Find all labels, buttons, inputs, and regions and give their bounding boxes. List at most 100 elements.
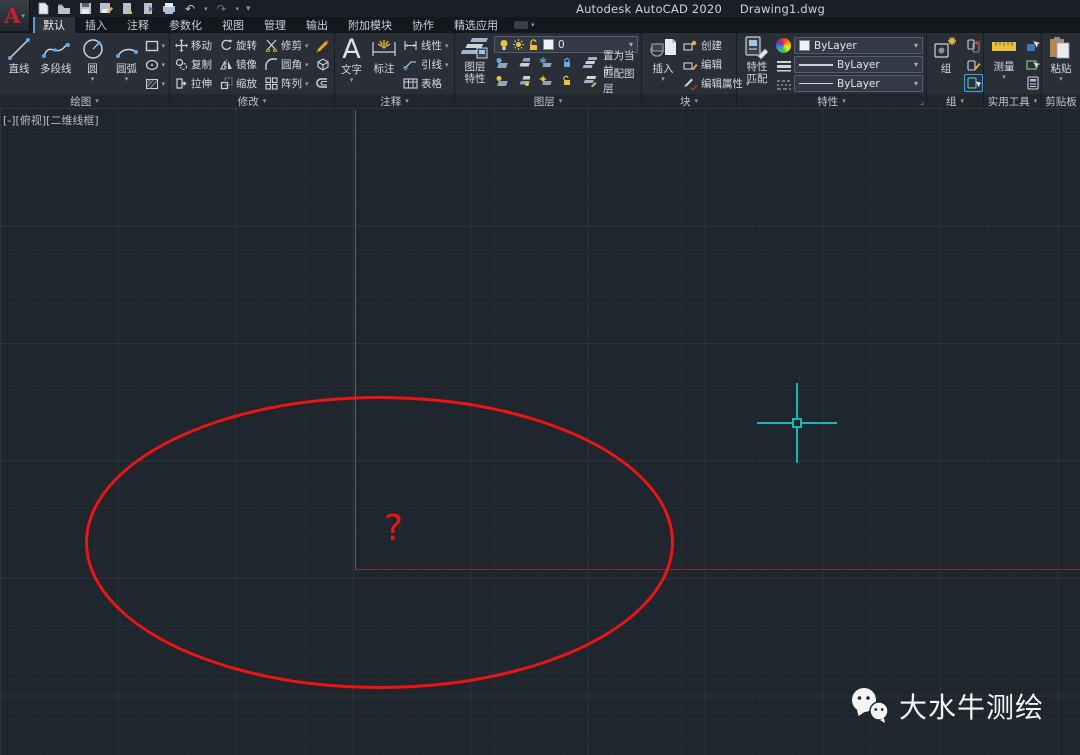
panel-title-group[interactable]: 组▾ (927, 94, 983, 108)
quick-select-button[interactable] (1023, 37, 1042, 55)
hatch-button[interactable]: ▾ (145, 75, 166, 92)
stretch-button[interactable]: 拉伸 (175, 74, 212, 93)
table-button[interactable]: 表格 (403, 75, 449, 92)
undo-icon[interactable]: ↶ (183, 2, 197, 15)
ellipse-tool-button[interactable]: ▾ (145, 56, 166, 73)
tab-annotate[interactable]: 注释 (117, 17, 159, 33)
tab-view[interactable]: 视图 (212, 17, 254, 33)
text-button[interactable]: A 文字 ▾ (338, 35, 365, 94)
select-objects-button[interactable] (1023, 56, 1042, 74)
group-edit-button[interactable] (964, 56, 983, 74)
erase-button[interactable] (313, 37, 332, 55)
panel-title-annotation[interactable]: 注释▾ (335, 94, 454, 108)
insert-block-button[interactable]: 插入 ▾ (645, 35, 681, 94)
panel-title-layers[interactable]: 图层▾ (455, 94, 641, 108)
tab-collaborate[interactable]: 协作 (402, 17, 444, 33)
panel-modify: 移动 旋转 修剪▾ 复制 镜像 圆角▾ 拉伸 缩放 阵列▾ 修改▾ (170, 33, 335, 108)
explode-icon-button[interactable] (313, 56, 332, 74)
plot-icon[interactable] (162, 2, 176, 15)
polyline-button[interactable]: 多段线 (37, 35, 75, 94)
copy-button[interactable]: 复制 (175, 55, 212, 74)
ungroup-button[interactable] (964, 37, 983, 55)
question-mark-annotation: ? (384, 508, 403, 549)
paste-button[interactable]: 粘贴 ▾ (1045, 35, 1077, 94)
layer-properties-button[interactable]: 图层特性 (458, 35, 492, 94)
chevron-down-icon[interactable]: ▾ (125, 76, 129, 83)
linetype-dropdown[interactable]: ByLayer ▾ (794, 75, 923, 92)
chevron-down-icon: ▾ (1034, 97, 1038, 105)
layer-on-button[interactable] (494, 72, 510, 90)
join-icon-button[interactable] (313, 74, 332, 92)
qat-customize-icon[interactable]: ▾ (246, 4, 251, 14)
match-properties-button[interactable]: 特性匹配 (740, 35, 774, 94)
array-icon (265, 77, 278, 90)
explode-icon (315, 57, 330, 72)
object-color-dropdown[interactable]: ByLayer ▾ (794, 37, 923, 54)
chevron-down-icon: ▾ (842, 97, 846, 105)
match-properties-icon (744, 36, 770, 60)
mirror-button[interactable]: 镜像 (220, 55, 257, 74)
layer-unisolate-button[interactable] (516, 72, 532, 90)
line-button[interactable]: 直线 (3, 35, 35, 94)
rectangle-button[interactable]: ▾ (145, 37, 166, 54)
lineweight-icon (776, 60, 792, 72)
tab-output[interactable]: 输出 (296, 17, 338, 33)
panel-title-modify[interactable]: 修改▾ (170, 94, 334, 108)
array-button[interactable]: 阵列▾ (265, 74, 309, 93)
save-as-icon[interactable] (99, 2, 113, 15)
leader-button[interactable]: 引线▾ (403, 56, 449, 73)
dimension-button[interactable]: 标注 (367, 35, 401, 94)
layer-lock-button[interactable] (559, 54, 575, 72)
chevron-down-icon[interactable]: ▾ (661, 76, 665, 83)
drawn-ellipse[interactable] (85, 396, 674, 689)
lineweight-dropdown[interactable]: ByLayer ▾ (794, 56, 923, 73)
layer-unlock-button[interactable] (559, 72, 575, 90)
layer-off-button[interactable] (494, 54, 510, 72)
tab-manage[interactable]: 管理 (254, 17, 296, 33)
panel-title-draw[interactable]: 绘图▾ (0, 94, 169, 108)
tab-addins[interactable]: 附加模块 (338, 17, 402, 33)
fillet-button[interactable]: 圆角▾ (265, 55, 309, 74)
rotate-button[interactable]: 旋转 (220, 36, 257, 55)
redo-dropdown-icon[interactable]: ▾ (236, 5, 240, 13)
scale-button[interactable]: 缩放 (220, 74, 257, 93)
redo-icon[interactable]: ↷ (215, 2, 229, 15)
undo-dropdown-icon[interactable]: ▾ (204, 5, 208, 13)
ribbon-display-toggle[interactable]: ▾ (514, 17, 535, 33)
tab-insert[interactable]: 插入 (75, 17, 117, 33)
chevron-down-icon[interactable]: ▾ (1059, 76, 1063, 83)
panel-title-clipboard[interactable]: 剪贴板 (1042, 94, 1080, 108)
application-menu-button[interactable]: A ▾ (0, 0, 30, 31)
drawing-canvas[interactable]: [-][俯视][二维线框] ? 大水牛测绘 (0, 108, 1080, 755)
chevron-down-icon[interactable]: ▾ (1002, 74, 1006, 81)
save-icon[interactable] (78, 2, 92, 15)
move-button[interactable]: 移动 (175, 36, 212, 55)
measure-button[interactable]: 测量 ▾ (987, 35, 1021, 94)
tab-parametric[interactable]: 参数化 (159, 17, 212, 33)
tab-featured-apps[interactable]: 精选应用 (444, 17, 508, 33)
chevron-down-icon[interactable]: ▾ (91, 76, 95, 83)
circle-button[interactable]: 圆 ▾ (77, 35, 109, 94)
layer-freeze-button[interactable] (538, 54, 554, 72)
panel-title-properties[interactable]: 特性▾ (737, 94, 926, 108)
linear-dimension-button[interactable]: 线性▾ (403, 37, 449, 54)
panel-title-utilities[interactable]: 实用工具▾ (984, 94, 1041, 108)
match-layer-button[interactable]: 匹配图层 (603, 66, 638, 96)
paste-label: 粘贴 (1051, 63, 1072, 75)
save-web-icon[interactable] (141, 2, 155, 15)
group-button[interactable]: 组 (930, 35, 962, 94)
open-file-icon[interactable] (57, 2, 71, 15)
layer-isolate-button[interactable] (516, 54, 532, 72)
tab-home[interactable]: 默认 (33, 17, 75, 33)
layer-thaw-button[interactable] (538, 72, 554, 90)
properties-dialog-launcher-icon[interactable]: ⌟ (920, 97, 924, 106)
new-file-icon[interactable] (36, 2, 50, 15)
trim-button[interactable]: 修剪▾ (265, 36, 309, 55)
chevron-down-icon[interactable]: ▾ (350, 77, 354, 84)
open-web-icon[interactable] (120, 2, 134, 15)
panel-title-block[interactable]: 块▾ (642, 94, 736, 108)
arc-button[interactable]: 圆弧 ▾ (111, 35, 143, 94)
viewport-controls[interactable]: [-][俯视][二维线框] (3, 112, 99, 128)
quick-calc-button[interactable] (1023, 74, 1042, 92)
group-selection-toggle[interactable] (964, 74, 983, 92)
